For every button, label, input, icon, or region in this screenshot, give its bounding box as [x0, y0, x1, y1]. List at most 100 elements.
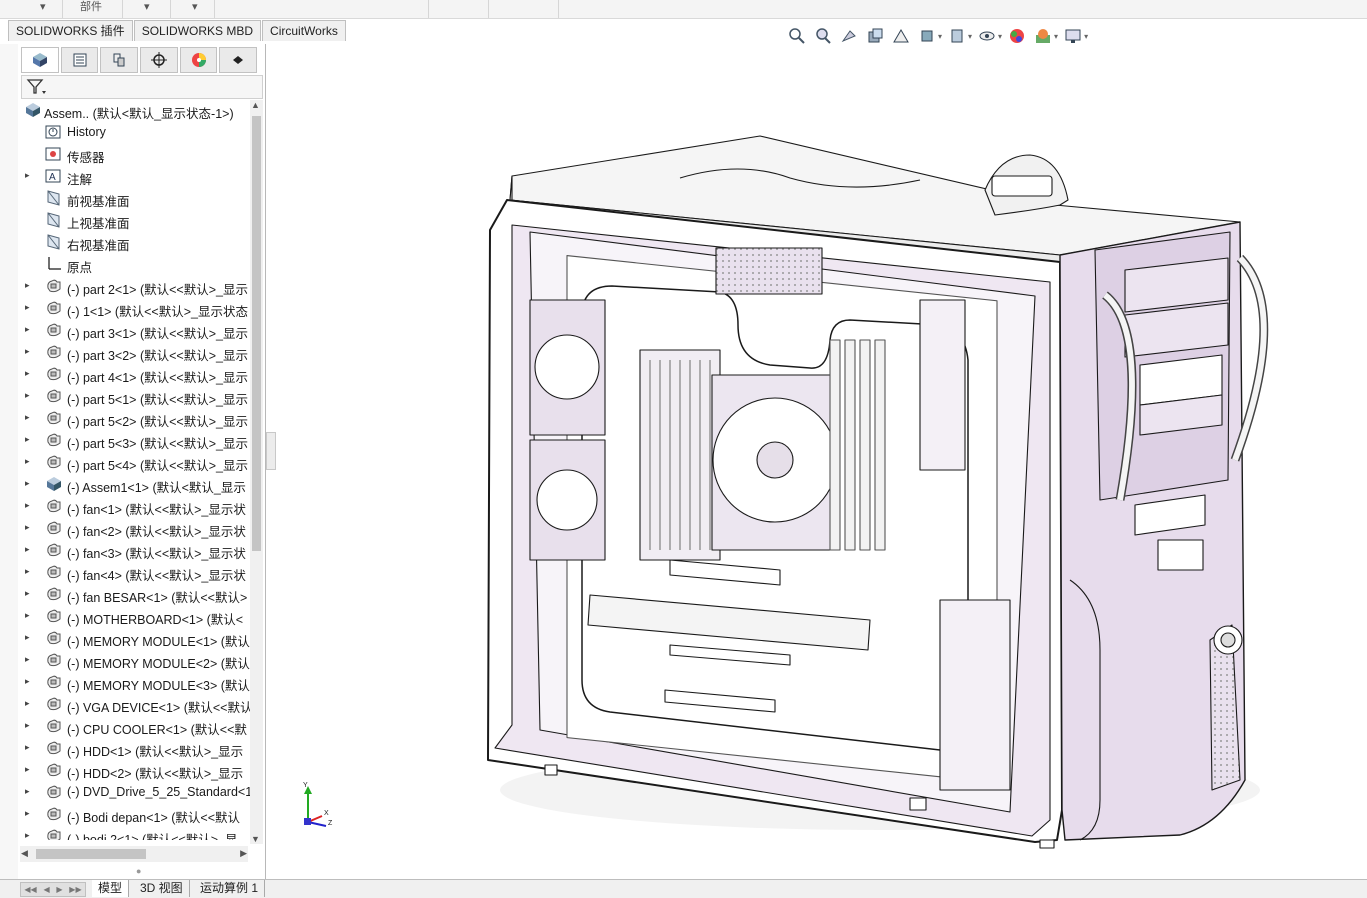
filter-icon[interactable]	[26, 78, 48, 96]
expand-icon[interactable]: ▸	[25, 654, 30, 665]
tab-solidworks-addins[interactable]: SOLIDWORKS 插件	[8, 20, 133, 41]
expand-icon[interactable]: ▸	[25, 632, 30, 643]
tree-item[interactable]: ▸ (-) part 5<2> (默认<<默认>_显示	[18, 408, 253, 429]
tree-item[interactable]: ▸ (-) DVD_Drive_5_25_Standard<1	[18, 782, 253, 802]
expand-icon[interactable]: ▸	[25, 786, 30, 797]
scroll-left-icon[interactable]: ◀	[21, 848, 28, 859]
expand-icon[interactable]: ▸	[25, 478, 30, 489]
expand-icon[interactable]: ▸	[25, 522, 30, 533]
expand-icon[interactable]: ▸	[25, 610, 30, 621]
tree-item[interactable]: ▸ (-) Assem1<1> (默认<默认_显示	[18, 474, 253, 495]
tab-scroll-arrows[interactable]: ◀◀ ◀ ▶ ▶▶	[20, 882, 86, 897]
ribbon-dropdown[interactable]: ▾	[170, 0, 215, 18]
tree-item[interactable]: ▸ (-) part 5<3> (默认<<默认>_显示	[18, 430, 253, 451]
tree-item[interactable]: 上视基准面	[18, 210, 253, 231]
tree-vertical-scrollbar[interactable]: ▲ ▼	[250, 100, 263, 844]
ribbon-dropdown[interactable]: ▾	[0, 0, 63, 18]
expand-icon[interactable]: ▸	[25, 390, 30, 401]
feature-manager-icon[interactable]	[21, 47, 59, 73]
tab-model[interactable]: 模型	[92, 880, 130, 897]
tree-item[interactable]: ▸ (-) CPU COOLER<1> (默认<<默	[18, 716, 253, 737]
graphics-viewport[interactable]	[275, 44, 1367, 879]
expand-icon[interactable]: ▸	[25, 698, 30, 709]
tree-item[interactable]: ▸ (-) fan BESAR<1> (默认<<默认>	[18, 584, 253, 605]
tree-item[interactable]: ▸ (-) part 5<4> (默认<<默认>_显示	[18, 452, 253, 473]
tree-item[interactable]: ▸ (-) MEMORY MODULE<2> (默认	[18, 650, 253, 671]
tree-item[interactable]: ▸ (-) fan<3> (默认<<默认>_显示状	[18, 540, 253, 561]
configuration-manager-icon[interactable]	[100, 47, 139, 73]
expand-icon[interactable]: ▸	[25, 500, 30, 511]
tree-item[interactable]: ▸ (-) part 2<1> (默认<<默认>_显示	[18, 276, 253, 297]
tree-item[interactable]: History	[18, 122, 253, 142]
tree-item[interactable]: ▸ (-) 1<1> (默认<<默认>_显示状态	[18, 298, 253, 319]
tree-item[interactable]: 前视基准面	[18, 188, 253, 209]
scroll-up-icon[interactable]: ▲	[251, 100, 260, 110]
tree-item[interactable]: ▸ (-) fan<2> (默认<<默认>_显示状	[18, 518, 253, 539]
dynamic-annotation-icon[interactable]	[890, 26, 912, 46]
tree-horizontal-scrollbar[interactable]: ◀ ▶	[20, 846, 248, 862]
zoom-to-fit-icon[interactable]	[786, 26, 808, 46]
tree-item[interactable]: ▸ (-) part 3<2> (默认<<默认>_显示	[18, 342, 253, 363]
tree-item[interactable]: ▸ (-) part 4<1> (默认<<默认>_显示	[18, 364, 253, 385]
hide-show-items-icon[interactable]	[976, 26, 998, 46]
scrollbar-thumb[interactable]	[36, 849, 146, 859]
tree-item[interactable]: ▸ (-) MEMORY MODULE<3> (默认	[18, 672, 253, 693]
tree-item[interactable]: ▸ (-) HDD<1> (默认<<默认>_显示	[18, 738, 253, 759]
expand-icon[interactable]: ▸	[25, 544, 30, 555]
expand-icon[interactable]: ▸	[25, 368, 30, 379]
expand-icon[interactable]: ▸	[25, 764, 30, 775]
chevron-down-icon[interactable]: ▾	[998, 32, 1002, 41]
expand-icon[interactable]: ▸	[25, 170, 30, 181]
display-style-icon[interactable]	[946, 26, 968, 46]
tab-solidworks-mbd[interactable]: SOLIDWORKS MBD	[133, 20, 262, 41]
tree-item[interactable]: 传感器	[18, 144, 253, 165]
expand-icon[interactable]: ▸	[25, 280, 30, 291]
chevron-down-icon[interactable]: ▾	[1054, 32, 1058, 41]
ribbon-group-assembly[interactable]: 部件	[62, 0, 123, 18]
tree-item[interactable]: ▸ (-) MEMORY MODULE<1> (默认	[18, 628, 253, 649]
view-settings-icon[interactable]	[1062, 26, 1084, 46]
pc-case-model[interactable]	[275, 44, 1367, 879]
chevron-down-icon[interactable]: ▾	[968, 32, 972, 41]
expand-icon[interactable]: ▸	[25, 412, 30, 423]
tree-item[interactable]: ▸ (-) part 3<1> (默认<<默认>_显示	[18, 320, 253, 341]
apply-scene-icon[interactable]	[1032, 26, 1054, 46]
section-view-icon[interactable]	[864, 26, 886, 46]
property-manager-icon[interactable]	[60, 47, 99, 73]
edit-appearance-icon[interactable]	[1006, 26, 1028, 46]
tree-item[interactable]: 原点	[18, 254, 253, 275]
scroll-right-icon[interactable]: ▶	[240, 848, 247, 859]
chevron-down-icon[interactable]: ▾	[1084, 32, 1088, 41]
expand-icon[interactable]: ▸	[25, 456, 30, 467]
cam-icon[interactable]	[219, 47, 258, 73]
expand-icon[interactable]: ▸	[25, 808, 30, 819]
scrollbar-thumb[interactable]	[252, 116, 261, 551]
expand-icon[interactable]: ▸	[25, 830, 30, 840]
tree-root-assembly[interactable]: ▾ Assem.. (默认<默认_显示状态-1>)	[18, 100, 253, 121]
tree-item[interactable]: ▸ (-) HDD<2> (默认<<默认>_显示	[18, 760, 253, 781]
expand-icon[interactable]: ▸	[25, 324, 30, 335]
tree-filter-bar[interactable]	[21, 75, 263, 99]
view-orientation-icon[interactable]	[916, 26, 938, 46]
tree-item[interactable]: ▸ (-) fan<4> (默认<<默认>_显示状	[18, 562, 253, 583]
chevron-down-icon[interactable]: ▾	[938, 32, 942, 41]
expand-icon[interactable]: ▸	[25, 742, 30, 753]
tree-item[interactable]: ▸ (-) MOTHERBOARD<1> (默认<	[18, 606, 253, 627]
dimxpert-icon[interactable]	[140, 47, 178, 73]
expand-icon[interactable]: ▸	[25, 434, 30, 445]
display-manager-icon[interactable]	[179, 47, 218, 73]
expand-icon[interactable]: ▸	[25, 566, 30, 577]
previous-view-icon[interactable]	[838, 26, 860, 46]
tab-3d-view[interactable]: 3D 视图	[134, 880, 190, 897]
tree-item[interactable]: ▸ (-) fan<1> (默认<<默认>_显示状	[18, 496, 253, 517]
tree-item[interactable]: ▸ (-) VGA DEVICE<1> (默认<<默认	[18, 694, 253, 715]
expand-icon[interactable]: ▸	[25, 302, 30, 313]
panel-resize-grip[interactable]: ●	[136, 866, 141, 876]
expand-icon[interactable]: ▸	[25, 720, 30, 731]
tab-motion-study[interactable]: 运动算例 1	[194, 880, 266, 897]
scroll-down-icon[interactable]: ▼	[251, 834, 260, 844]
expand-icon[interactable]: ▸	[25, 676, 30, 687]
tree-item[interactable]: ▸ (-) bodi 2<1> (默认<<默认>_显	[18, 826, 253, 840]
tab-circuitworks[interactable]: CircuitWorks	[262, 20, 346, 41]
tree-item[interactable]: ▸ (-) part 5<1> (默认<<默认>_显示	[18, 386, 253, 407]
